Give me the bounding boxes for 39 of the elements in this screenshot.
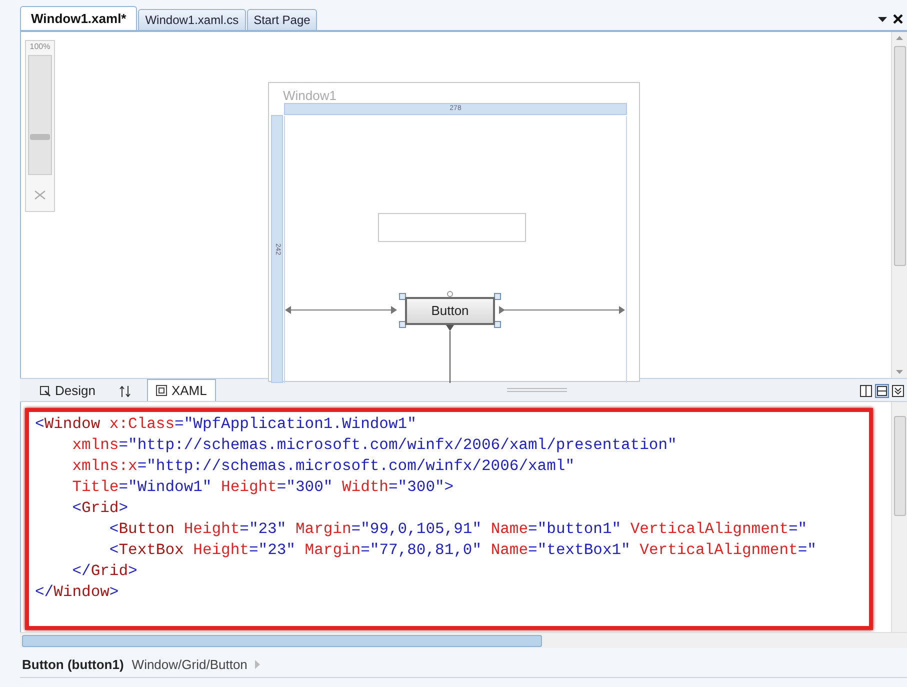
code-line: xmlns:x="http://schemas.microsoft.com/winfx/2006/xaml" [71,456,574,477]
xaml-icon [156,385,168,396]
document-tab[interactable]: Window1.xaml* [20,6,138,30]
design-icon [40,386,51,396]
vertical-scrollbar[interactable] [891,402,907,632]
dropdown-icon[interactable] [878,17,887,22]
zoom-label: 100% [30,41,50,53]
code-line: <Grid> [71,498,128,519]
vertical-scrollbar[interactable] [891,32,907,378]
document-tab[interactable]: Window1.xaml.cs [138,9,246,30]
code-line: <Button Height="23" Margin="99,0,105,91" Name="button1" VerticalAlignment=" [108,519,808,540]
document-tab[interactable]: Start Page [246,9,318,30]
vertical-split-icon[interactable] [859,384,873,398]
code-line: </Grid> [71,561,138,582]
scroll-up-icon[interactable] [896,36,903,40]
selection-handles[interactable] [399,291,501,329]
button-control[interactable]: Button [405,297,495,325]
collapse-pane-icon[interactable] [891,384,905,398]
zoom-slider-thumb[interactable] [30,134,50,140]
view-tab[interactable]: XAML [147,379,216,401]
view-tab[interactable]: Design [32,381,104,401]
element-path-link[interactable]: Window/Grid/Button [132,654,248,674]
code-line: xmlns="http://schemas.microsoft.com/winfx/2006/xaml/presentation" [71,435,677,456]
fit-icon[interactable] [33,189,47,201]
bottom-margin-arrow [446,325,454,383]
selected-element-label: Button (button1) [22,656,124,674]
horizontal-scrollbar[interactable] [20,632,907,648]
code-line: <Window x:Class="WpfApplication1.Window1" [35,414,416,435]
splitter-grip[interactable] [507,388,568,392]
code-line: <TextBox Height="23" Margin="77,80,81,0" Name="textBox1" VerticalAlignment=" [108,540,816,561]
window-title: Window1 [283,87,336,105]
close-icon[interactable] [893,14,903,24]
textbox-control[interactable] [378,213,526,242]
horizontal-split-icon[interactable] [875,384,889,398]
scroll-down-icon[interactable] [896,370,903,374]
code-line: Title="Window1" Height="300" Width="300"> [71,477,454,498]
expand-arrow-icon[interactable] [255,660,260,669]
swap-arrows-icon [119,386,132,396]
code-line: </Window> [35,582,119,603]
